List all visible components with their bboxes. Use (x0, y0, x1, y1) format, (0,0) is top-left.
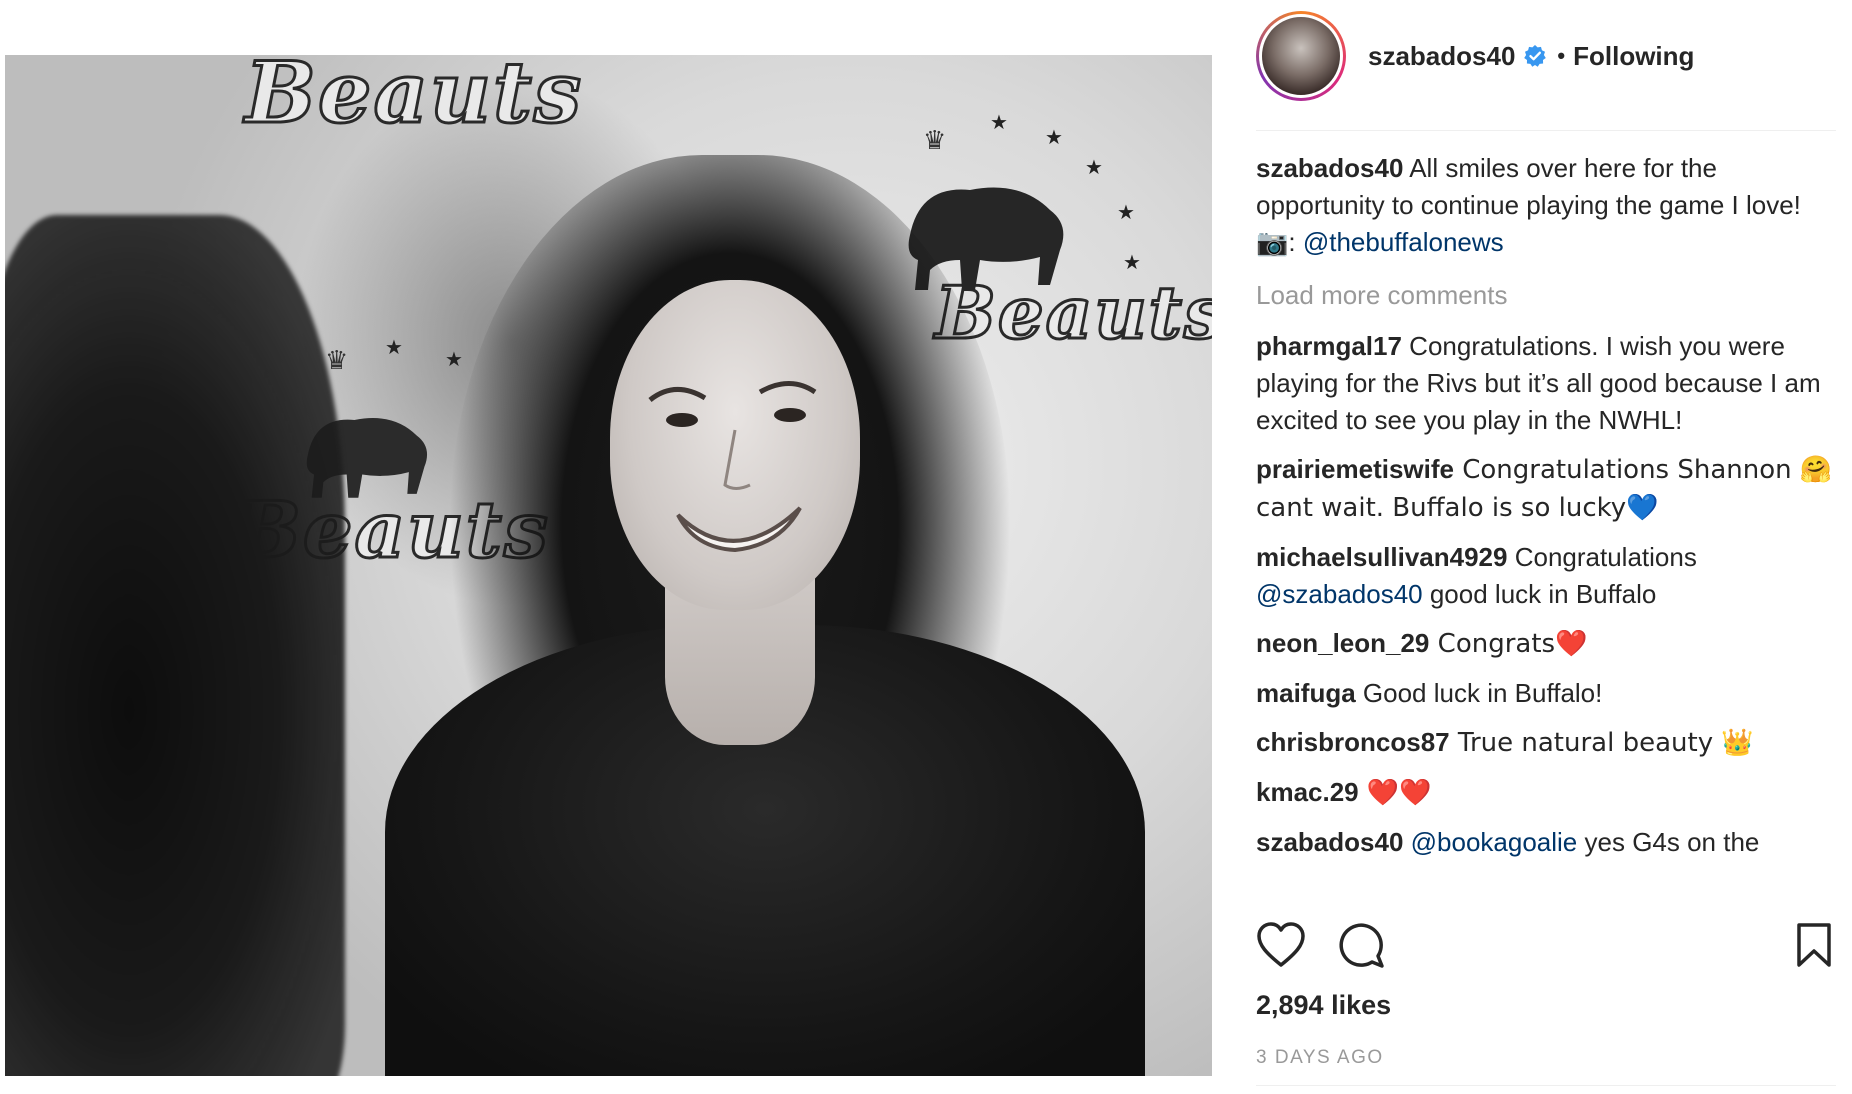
comments-list[interactable]: szabados40 All smiles over here for the … (1256, 150, 1836, 895)
verified-badge-icon (1524, 45, 1547, 67)
subject-face (610, 280, 860, 610)
speech-bubble-icon[interactable] (1336, 920, 1386, 970)
list-item: chrisbroncos87 True natural beauty 👑 (1256, 724, 1836, 762)
footer-divider (1256, 1085, 1836, 1086)
caption-username[interactable]: szabados40 (1256, 153, 1403, 183)
comment-text: good luck in Buffalo (1422, 579, 1657, 609)
comment-username[interactable]: prairiemetiswife (1256, 454, 1454, 484)
star-icon: ★ (1117, 202, 1135, 224)
header-separator: • (1557, 43, 1566, 68)
caption-mention[interactable]: @thebuffalonews (1303, 227, 1504, 257)
comment-username[interactable]: kmac.29 (1256, 777, 1359, 807)
comment-text: True natural beauty 👑 (1449, 728, 1754, 758)
comment-text: ❤️❤️ (1358, 778, 1432, 808)
star-icon: ★ (990, 112, 1008, 134)
comment-mention[interactable]: @bookagoalie (1411, 827, 1578, 857)
list-item: michaelsullivan4929 Congratulations @sza… (1256, 539, 1836, 613)
post-actions (1256, 920, 1836, 972)
list-item: pharmgal17 Congratulations. I wish you w… (1256, 328, 1836, 439)
list-item: neon_leon_29 Congrats❤️ (1256, 625, 1836, 663)
following-button[interactable]: Following (1573, 41, 1694, 72)
post-caption: szabados40 All smiles over here for the … (1256, 150, 1836, 261)
post-photo[interactable]: Beauts Beauts Beauts ♛ ♛ ★ ★ ★ ★ ★ ★ ★ ★ (5, 55, 1212, 1076)
heart-outline-icon[interactable] (1256, 922, 1306, 968)
likes-count[interactable]: 2,894 likes (1256, 990, 1391, 1021)
bookmark-icon[interactable] (1796, 922, 1832, 968)
backdrop-logo-top: Beauts (243, 55, 584, 144)
comment-username[interactable]: michaelsullivan4929 (1256, 542, 1507, 572)
comment-username[interactable]: szabados40 (1256, 827, 1403, 857)
list-item: prairiemetiswife Congratulations Shannon… (1256, 451, 1836, 527)
list-item: kmac.29 ❤️❤️ (1256, 774, 1836, 812)
facial-features (648, 381, 817, 553)
comment-username[interactable]: pharmgal17 (1256, 331, 1402, 361)
blurred-camera-foreground (5, 215, 345, 1076)
comment-text: Congrats❤️ (1429, 629, 1588, 659)
star-icon: ★ (1045, 127, 1063, 149)
avatar[interactable] (1256, 11, 1346, 101)
comment-username[interactable]: chrisbroncos87 (1256, 727, 1450, 757)
load-more-comments-button[interactable]: Load more comments (1256, 277, 1836, 314)
star-icon: ★ (445, 349, 463, 371)
header-username[interactable]: szabados40 (1368, 41, 1515, 72)
comment-text: Congratulations (1507, 542, 1697, 572)
comment-username[interactable]: neon_leon_29 (1256, 628, 1429, 658)
comment-username[interactable]: maifuga (1256, 678, 1356, 708)
list-item: maifuga Good luck in Buffalo! (1256, 675, 1836, 712)
star-icon: ★ (385, 337, 403, 359)
crown-icon: ♛ (325, 345, 349, 375)
post-sidebar: szabados40 • Following szabados40 All sm… (1256, 0, 1836, 1094)
star-icon: ★ (1085, 157, 1103, 179)
comment-text: Good luck in Buffalo! (1355, 678, 1603, 708)
header-divider (1256, 130, 1836, 131)
comment-text: yes G4s on the (1577, 827, 1760, 857)
list-item: szabados40 @bookagoalie yes G4s on the (1256, 824, 1836, 861)
star-icon: ★ (1123, 252, 1141, 274)
post-timestamp[interactable]: 3 DAYS AGO (1256, 1047, 1384, 1069)
crown-icon: ♛ (923, 125, 947, 155)
comment-mention[interactable]: @szabados40 (1256, 579, 1423, 609)
post-header: szabados40 • Following (1256, 8, 1836, 104)
